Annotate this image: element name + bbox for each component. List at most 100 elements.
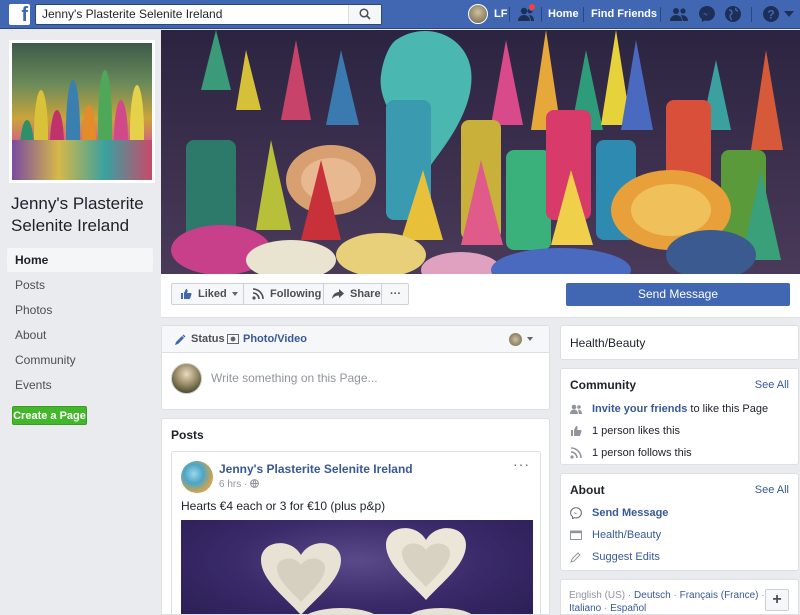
category-row: Health/Beauty bbox=[570, 529, 661, 541]
nav-item-events[interactable]: Events bbox=[7, 373, 153, 397]
send-message-button[interactable]: Send Message bbox=[566, 283, 790, 306]
find-friends-link[interactable]: Find Friends bbox=[591, 8, 657, 20]
likes-count-text: 1 person likes this bbox=[592, 425, 681, 437]
following-label: Following bbox=[270, 288, 322, 300]
chevron-down-icon bbox=[231, 292, 238, 297]
share-button[interactable]: Share bbox=[323, 283, 390, 305]
divider bbox=[541, 7, 542, 22]
search-button[interactable] bbox=[348, 5, 381, 24]
user-initials: LF bbox=[494, 8, 508, 20]
cover-photo[interactable] bbox=[161, 30, 800, 274]
rss-follow-icon bbox=[570, 447, 582, 459]
share-arrow-icon bbox=[332, 289, 344, 299]
about-send-message-link[interactable]: Send Message bbox=[592, 507, 668, 519]
camera-icon bbox=[227, 334, 239, 344]
chevron-down-icon[interactable] bbox=[527, 337, 533, 341]
nav-item-community[interactable]: Community bbox=[7, 348, 153, 372]
posts-section: Posts Jenny's Plasterite Selenite Irelan… bbox=[161, 418, 550, 615]
more-options-button[interactable]: ··· bbox=[381, 283, 409, 305]
post-meta: 6 hrs · bbox=[219, 479, 260, 490]
avatar[interactable] bbox=[509, 333, 522, 346]
language-line-2: Italiano · Español bbox=[569, 603, 647, 614]
composer-input[interactable]: Write something on this Page... bbox=[211, 371, 378, 385]
friends-icon[interactable] bbox=[670, 5, 688, 23]
invite-friends-row: Invite your friends to like this Page bbox=[570, 403, 768, 415]
people-icon bbox=[570, 404, 582, 414]
invite-friends-link[interactable]: Invite your friends bbox=[592, 403, 687, 415]
post-image[interactable] bbox=[181, 520, 533, 614]
globe-notifications-icon[interactable] bbox=[724, 5, 742, 23]
page-title: Jenny's Plasterite Selenite Ireland bbox=[11, 194, 144, 235]
suggest-edits-link[interactable]: Suggest Edits bbox=[592, 551, 660, 563]
nav-item-posts[interactable]: Posts bbox=[7, 273, 153, 297]
tab-photo-video[interactable]: Photo/Video bbox=[243, 333, 307, 345]
post-author-link[interactable]: Jenny's Plasterite Selenite Ireland bbox=[219, 462, 413, 476]
help-icon[interactable]: ? bbox=[762, 5, 780, 23]
community-heading: Community bbox=[570, 378, 636, 392]
likes-row: 1 person likes this bbox=[570, 425, 680, 437]
cover-image bbox=[161, 30, 800, 274]
thumbs-up-icon bbox=[571, 426, 582, 436]
about-see-all-link[interactable]: See All bbox=[755, 484, 789, 496]
liked-label: Liked bbox=[198, 288, 227, 300]
messenger-icon bbox=[570, 507, 582, 519]
posts-heading: Posts bbox=[171, 428, 204, 442]
current-language: English (US) bbox=[569, 590, 626, 601]
avatar bbox=[468, 4, 488, 24]
notification-badge bbox=[528, 3, 536, 11]
messenger-icon[interactable] bbox=[698, 5, 716, 23]
page-category[interactable]: Health/Beauty bbox=[570, 336, 645, 350]
top-navigation-bar: f LF Home Find Friends ? bbox=[0, 0, 800, 29]
nav-item-home[interactable]: Home bbox=[7, 248, 153, 272]
hearts-photo bbox=[261, 528, 472, 614]
nav-item-photos[interactable]: Photos bbox=[7, 298, 153, 322]
pencil-icon bbox=[175, 334, 186, 345]
post-options-icon[interactable]: ··· bbox=[513, 456, 530, 472]
pencil-icon bbox=[570, 552, 581, 563]
home-link[interactable]: Home bbox=[548, 8, 579, 20]
divider bbox=[660, 7, 661, 22]
liked-button[interactable]: Liked bbox=[171, 283, 247, 305]
avatar[interactable] bbox=[181, 461, 213, 493]
search-input[interactable] bbox=[42, 7, 342, 21]
language-box: English (US) · Deutsch · Français (Franc… bbox=[560, 579, 799, 615]
community-box: Community See All Invite your friends to… bbox=[560, 368, 799, 465]
language-link-deutsch[interactable]: Deutsch bbox=[634, 590, 671, 601]
divider bbox=[509, 7, 510, 22]
community-see-all-link[interactable]: See All bbox=[755, 379, 789, 391]
follows-row: 1 person follows this bbox=[570, 447, 692, 459]
language-link-italiano[interactable]: Italiano bbox=[569, 603, 601, 614]
follows-count-text: 1 person follows this bbox=[592, 447, 692, 459]
account-menu-chevron-down-icon[interactable] bbox=[784, 11, 794, 17]
more-languages-button[interactable]: + bbox=[765, 589, 789, 611]
about-category-link[interactable]: Health/Beauty bbox=[592, 529, 661, 541]
tab-status[interactable]: Status bbox=[191, 333, 225, 345]
about-heading: About bbox=[570, 483, 605, 497]
profile-link[interactable]: LF bbox=[468, 4, 507, 24]
post-text: Hearts €4 each or 3 for €10 (plus p&p) bbox=[181, 499, 386, 513]
share-label: Share bbox=[350, 288, 381, 300]
invite-friends-text: to like this Page bbox=[687, 403, 769, 415]
page-navigation: Home Posts Photos About Community Events bbox=[7, 248, 153, 398]
divider bbox=[583, 7, 584, 22]
nav-item-about[interactable]: About bbox=[7, 323, 153, 347]
language-link-espanol[interactable]: Español bbox=[610, 603, 646, 614]
globe-icon bbox=[250, 479, 260, 488]
post-card: Jenny's Plasterite Selenite Ireland 6 hr… bbox=[171, 451, 541, 614]
post-timestamp[interactable]: 6 hrs bbox=[219, 479, 241, 490]
facebook-logo-icon[interactable]: f bbox=[9, 4, 30, 26]
suggest-edits-row: Suggest Edits bbox=[570, 551, 660, 563]
language-line-1: English (US) · Deutsch · Français (Franc… bbox=[569, 590, 765, 601]
language-link-francais[interactable]: Français (France) bbox=[680, 590, 759, 601]
create-page-button[interactable]: Create a Page bbox=[12, 406, 87, 425]
rss-follow-icon bbox=[252, 288, 264, 300]
post-composer: Status Photo/Video Write something on th… bbox=[161, 325, 550, 410]
left-sidebar: Jenny's Plasterite Selenite Ireland Home… bbox=[0, 30, 160, 615]
page-profile-picture[interactable] bbox=[9, 40, 155, 183]
search-box[interactable] bbox=[35, 4, 382, 25]
about-box: About See All Send Message Health/Beauty… bbox=[560, 473, 799, 571]
avatar bbox=[171, 363, 202, 394]
composer-tabs: Status Photo/Video bbox=[162, 326, 549, 353]
page-category-icon bbox=[570, 530, 582, 540]
send-message-row: Send Message bbox=[570, 507, 668, 519]
